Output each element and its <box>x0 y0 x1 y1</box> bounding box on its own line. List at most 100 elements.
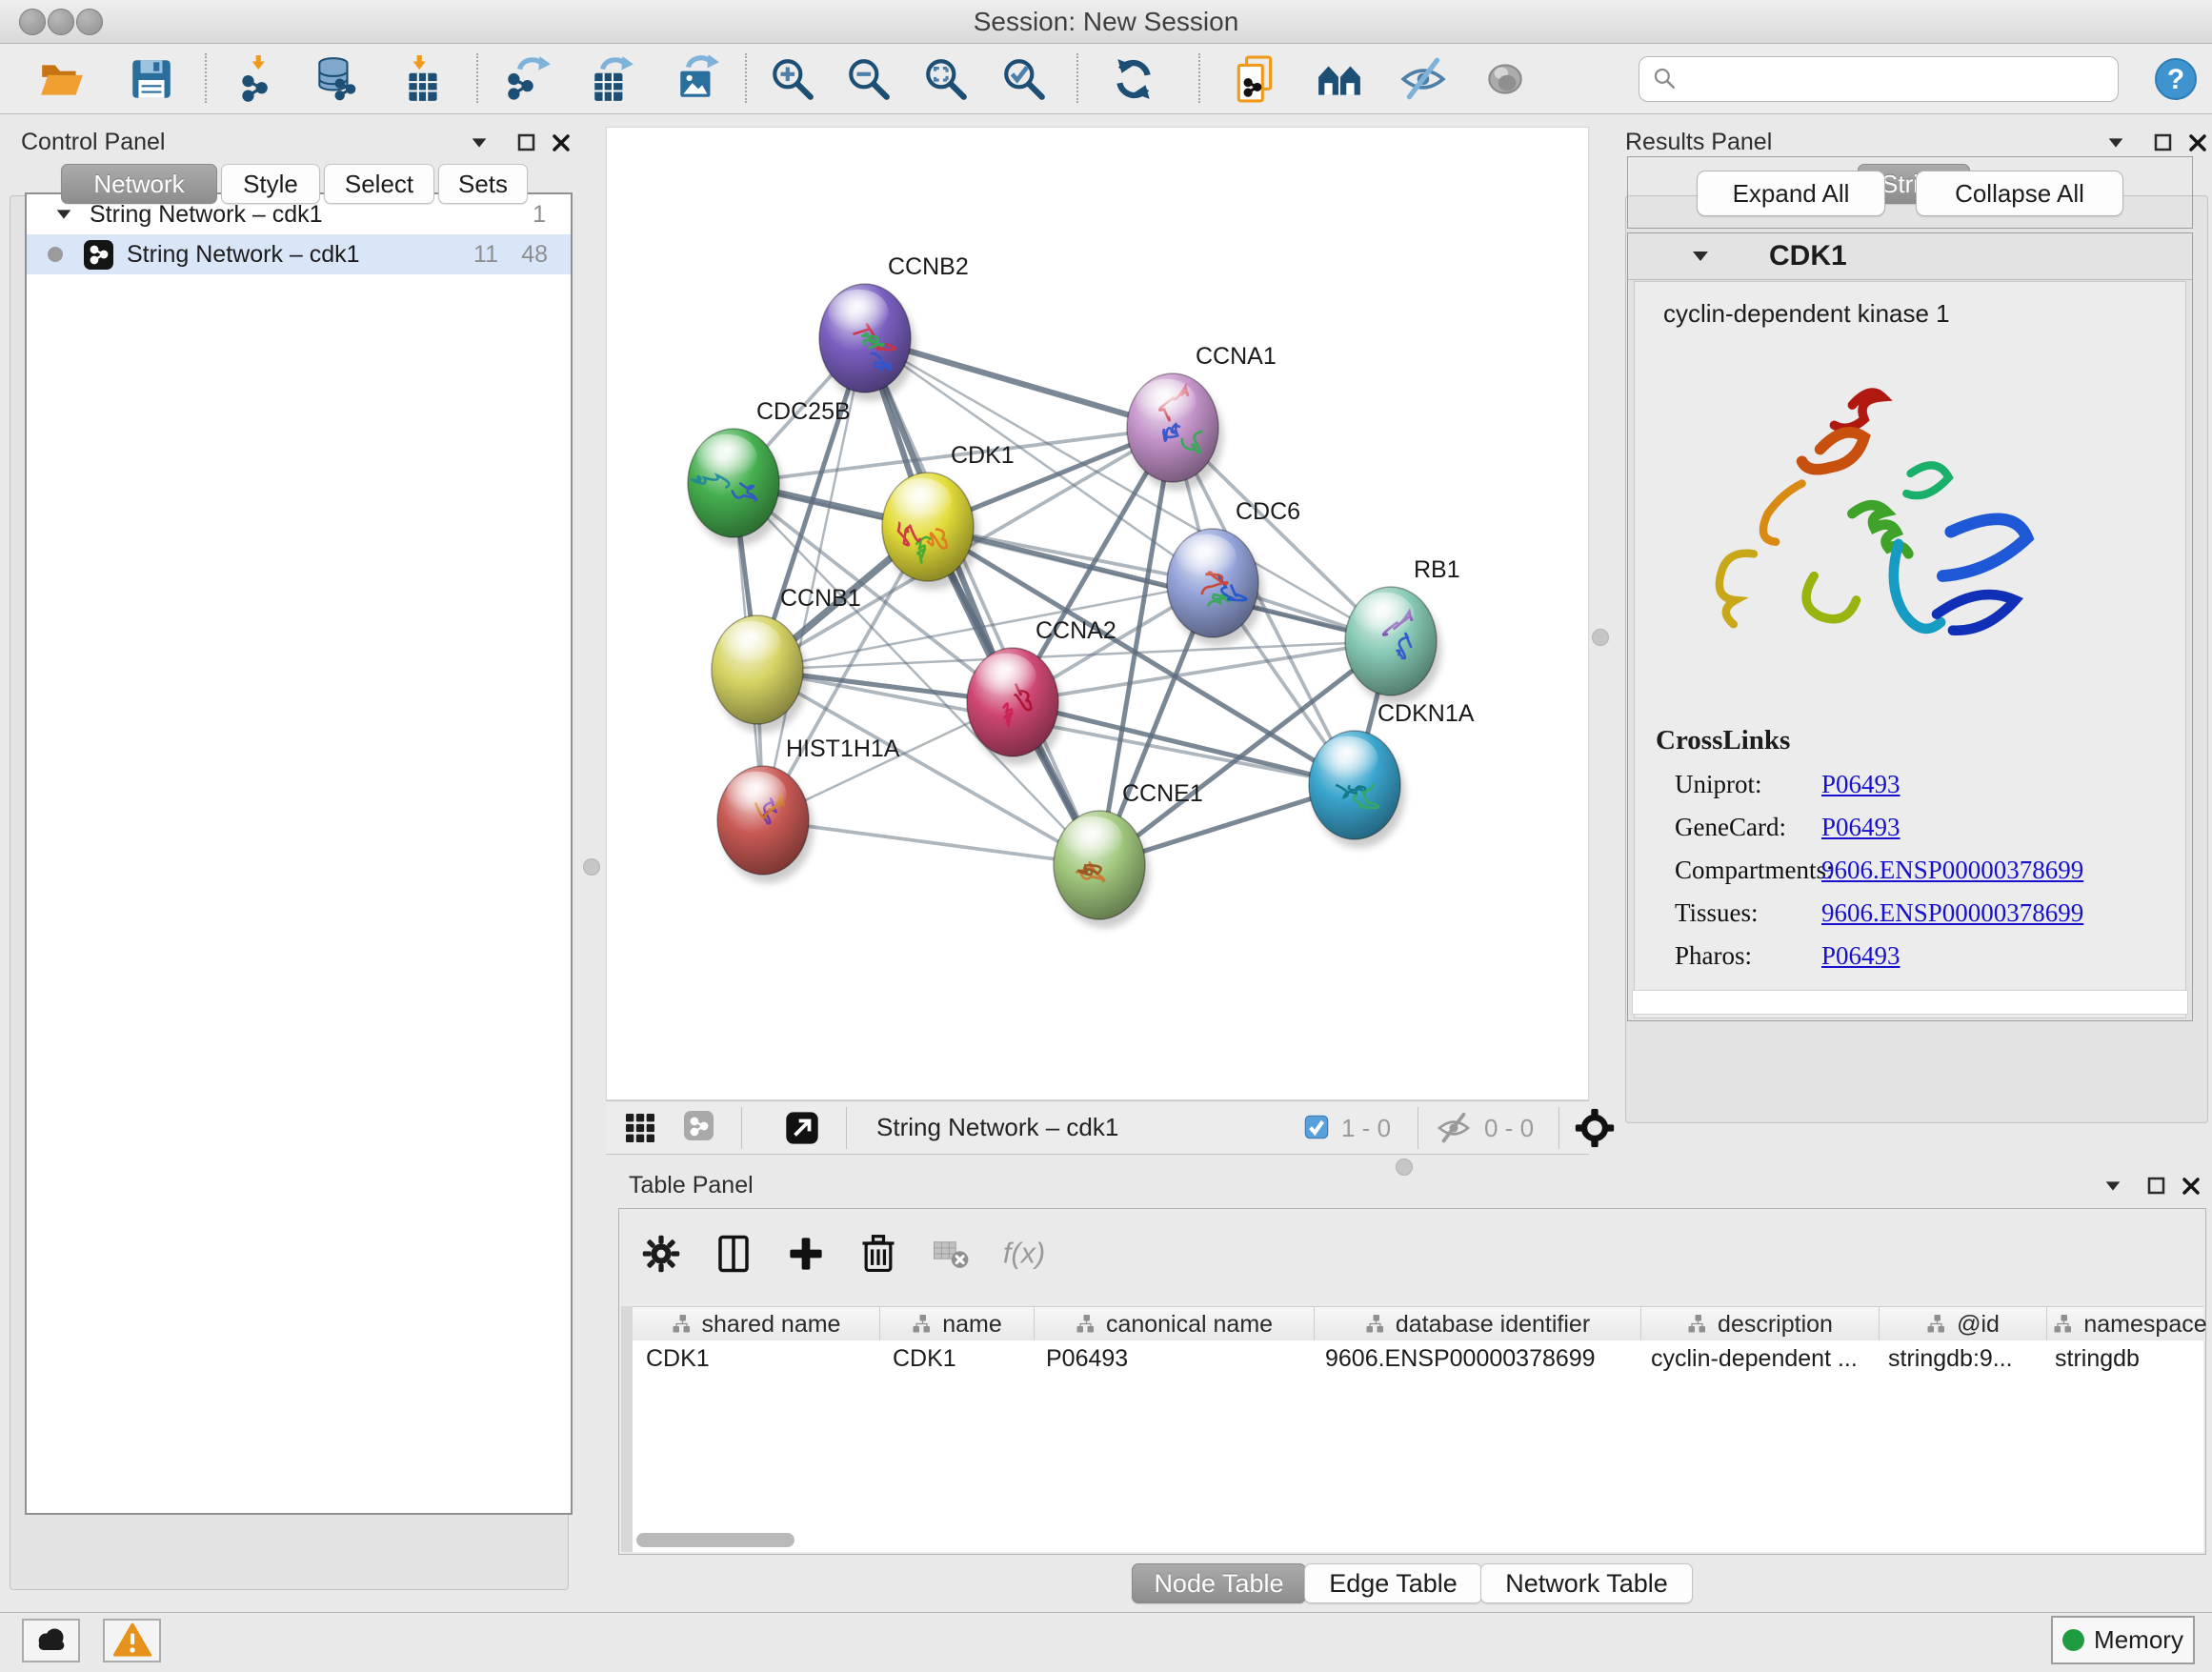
show-columns-icon[interactable] <box>712 1232 755 1276</box>
column-type-icon <box>1365 1313 1388 1336</box>
column-header-shared-name[interactable]: shared name <box>633 1307 880 1341</box>
delete-table-icon <box>929 1232 973 1276</box>
selected-checkbox-icon[interactable] <box>1303 1114 1330 1140</box>
network-node-ccnb2[interactable]: CCNB2 <box>819 253 969 401</box>
tab-network[interactable]: Network <box>61 164 217 204</box>
tab-sets[interactable]: Sets <box>438 164 528 204</box>
table-scrollbar-thumb[interactable] <box>636 1533 794 1547</box>
refresh-button[interactable] <box>1107 52 1160 106</box>
import-table-button[interactable] <box>396 52 450 106</box>
collection-expander-icon[interactable] <box>53 204 74 225</box>
network-row-selected[interactable]: String Network – cdk1 11 48 <box>27 234 571 274</box>
column-label: namespace <box>2083 1311 2206 1339</box>
node-result-entry: CDK1 cyclin-dependent kinase 1 CrossLink… <box>1627 232 2193 1021</box>
close-panel-icon[interactable] <box>2185 131 2210 155</box>
node-result-header[interactable]: CDK1 <box>1628 233 2192 280</box>
delete-columns-icon[interactable] <box>856 1232 900 1276</box>
network-node-hist1h1a[interactable]: HIST1H1A <box>717 735 900 883</box>
column-header-database-identifier[interactable]: database identifier <box>1315 1307 1641 1341</box>
birdseye-navigator-icon[interactable] <box>1574 1107 1616 1149</box>
results-scrollbar-track[interactable] <box>1632 990 2188 1015</box>
import-network-file-button[interactable] <box>235 52 289 106</box>
warnings-button[interactable] <box>103 1619 161 1662</box>
crosslink-label: Pharos: <box>1675 941 1752 971</box>
column-type-icon <box>1076 1313 1098 1336</box>
string-view-icon[interactable] <box>684 1111 714 1140</box>
tab-node-table[interactable]: Node Table <box>1132 1563 1306 1603</box>
network-node-ccnb1[interactable]: CCNB1 <box>712 585 861 733</box>
network-node-cdc6[interactable]: CDC6 <box>1167 498 1300 646</box>
export-network-button[interactable] <box>503 52 556 106</box>
table-row[interactable]: CDK1CDK1P064939606.ENSP00000378699cyclin… <box>633 1340 2203 1377</box>
crosslink-link[interactable]: P06493 <box>1821 770 1900 799</box>
zoom-selected-button[interactable] <box>997 52 1051 106</box>
maximize-panel-icon[interactable] <box>514 131 539 155</box>
crosslink-label: Tissues: <box>1675 898 1759 928</box>
column-header-namespace[interactable]: namespace <box>2047 1307 2212 1341</box>
detach-view-icon[interactable] <box>783 1109 821 1147</box>
window-title: Session: New Session <box>0 7 2212 37</box>
collapse-all-button[interactable]: Collapse All <box>1916 171 2123 216</box>
table-cell: stringdb <box>2041 1340 2207 1377</box>
zoom-out-button[interactable] <box>842 52 895 106</box>
hide-glass-effect-button[interactable] <box>1397 52 1450 106</box>
network-node-ccna1[interactable]: CCNA1 <box>1127 343 1277 491</box>
network-node-rb1[interactable]: RB1 <box>1345 556 1460 704</box>
selected-counts: 1 - 0 <box>1341 1114 1391 1143</box>
crosslink-link[interactable]: 9606.ENSP00000378699 <box>1821 856 2083 885</box>
table-settings-gear-icon[interactable] <box>639 1232 683 1276</box>
network-node-ccne1[interactable]: CCNE1 <box>1054 780 1203 928</box>
help-button[interactable]: ? <box>2149 52 2202 106</box>
left-splitter-grip[interactable] <box>583 858 600 876</box>
save-session-button[interactable] <box>125 52 178 106</box>
column-header-canonical-name[interactable]: canonical name <box>1035 1307 1315 1341</box>
tab-select[interactable]: Select <box>324 164 434 204</box>
float-panel-icon[interactable] <box>2101 1174 2125 1199</box>
string-query-button[interactable] <box>1229 52 1282 106</box>
memory-label: Memory <box>2094 1625 2183 1655</box>
right-splitter-grip[interactable] <box>1592 629 1609 646</box>
network-edge[interactable] <box>865 338 1099 865</box>
import-network-database-button[interactable] <box>309 52 362 106</box>
open-session-button[interactable] <box>35 52 89 106</box>
float-panel-icon[interactable] <box>2103 131 2128 155</box>
column-label: canonical name <box>1106 1311 1273 1339</box>
entry-expander-icon[interactable] <box>1689 245 1712 268</box>
gene-description: cyclin-dependent kinase 1 <box>1663 299 2185 329</box>
node-count: 11 <box>473 241 498 269</box>
zoom-fit-button[interactable] <box>919 52 973 106</box>
tab-style[interactable]: Style <box>221 164 320 204</box>
column-header-name[interactable]: name <box>880 1307 1035 1341</box>
string-home-button[interactable] <box>1313 52 1366 106</box>
memory-button[interactable]: Memory <box>2051 1616 2195 1664</box>
column-label: description <box>1718 1311 1833 1339</box>
export-table-button[interactable] <box>586 52 639 106</box>
show-glass-ball-button[interactable] <box>1478 52 1532 106</box>
maximize-panel-icon[interactable] <box>2151 131 2176 155</box>
node-label-ccna1: CCNA1 <box>1196 343 1277 370</box>
close-panel-icon[interactable] <box>549 131 573 155</box>
tab-edge-table[interactable]: Edge Table <box>1304 1563 1482 1603</box>
create-column-icon[interactable] <box>784 1232 828 1276</box>
zoom-in-button[interactable] <box>766 52 819 106</box>
control-panel: Control Panel 1 of 1 Network selected St… <box>10 127 567 1594</box>
results-panel: Results Panel String Expand All Collapse… <box>1619 127 2212 1127</box>
crosslink-link[interactable]: P06493 <box>1821 813 1900 842</box>
network-canvas[interactable]: CCNB2CCNA1CDC25BCDK1CDC6RB1CCNB1CCNA2CDK… <box>606 127 1589 1100</box>
crosslink-link[interactable]: 9606.ENSP00000378699 <box>1821 898 2083 928</box>
expand-all-button[interactable]: Expand All <box>1697 171 1885 216</box>
cloud-tasks-button[interactable] <box>22 1619 80 1662</box>
crosslink-link[interactable]: P06493 <box>1821 941 1900 971</box>
close-panel-icon[interactable] <box>2179 1174 2203 1199</box>
float-panel-icon[interactable] <box>467 131 492 155</box>
column-header-description[interactable]: description <box>1641 1307 1880 1341</box>
grid-view-icon[interactable] <box>621 1109 659 1147</box>
tab-network-table[interactable]: Network Table <box>1480 1563 1693 1603</box>
network-node-cdkn1a[interactable]: CDKN1A <box>1309 700 1475 848</box>
column-header-id[interactable]: @id <box>1880 1307 2047 1341</box>
export-image-button[interactable] <box>672 52 725 106</box>
maximize-panel-icon[interactable] <box>2144 1174 2169 1199</box>
column-type-icon <box>912 1313 935 1336</box>
search-input[interactable] <box>1685 59 2118 99</box>
crosslink-row: Compartments:9606.ENSP00000378699 <box>1635 856 2185 898</box>
